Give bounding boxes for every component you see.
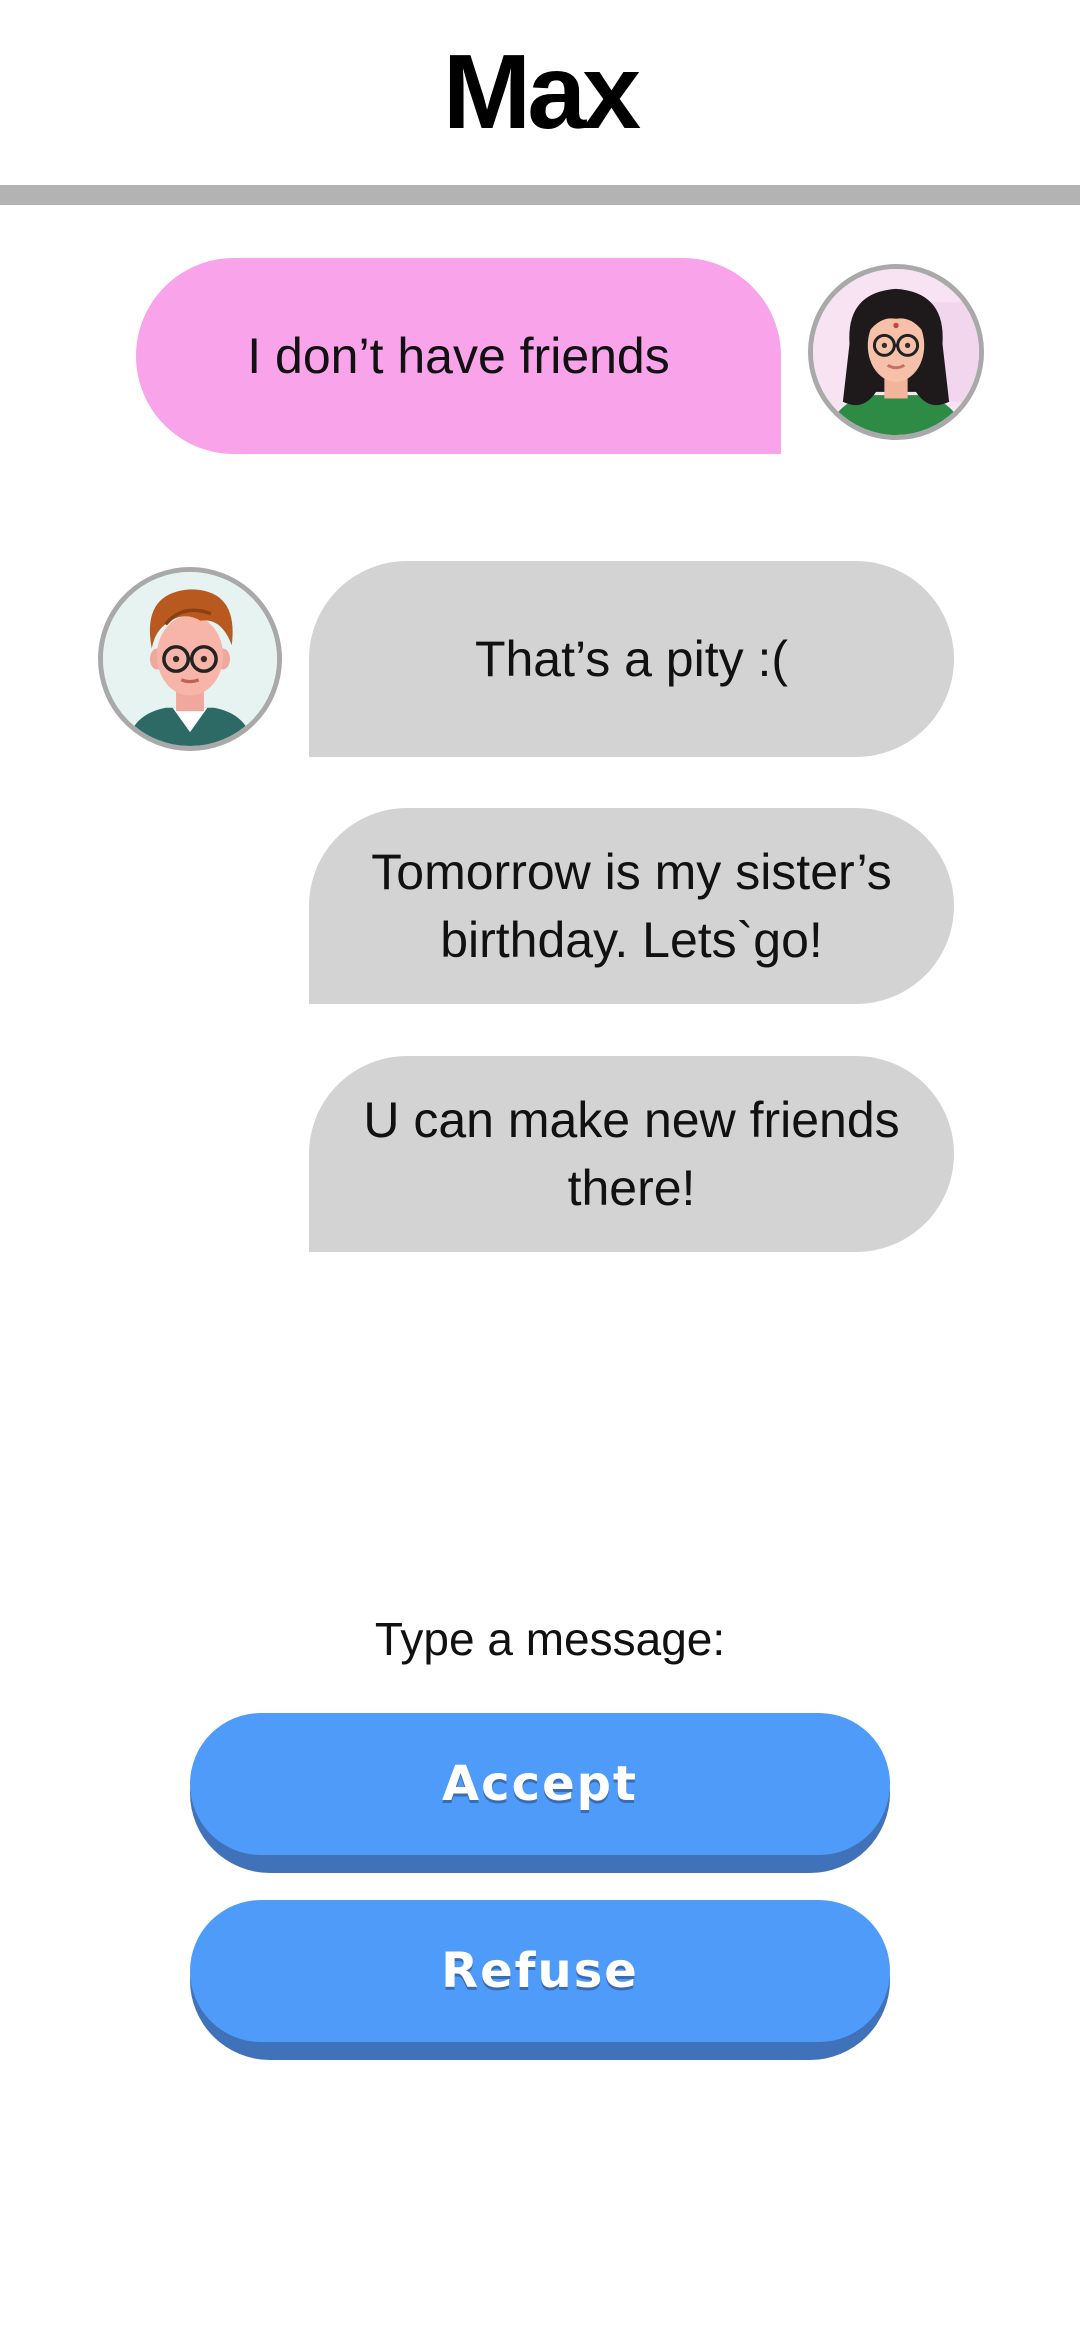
contact-name: Max — [442, 33, 641, 151]
refuse-button[interactable]: Refuse — [190, 1900, 890, 2060]
message-bubble-received: That’s a pity :( — [309, 561, 954, 757]
message-bubble-sent: I don’t have friends — [136, 258, 781, 454]
message-bubble-received: Tomorrow is my sister’s birthday. Lets`g… — [309, 808, 954, 1004]
refuse-button-face[interactable]: Refuse — [190, 1900, 890, 2042]
contact-avatar-icon — [98, 567, 282, 751]
my-avatar-icon — [808, 264, 984, 440]
message-bubble-received: U can make new friends there! — [309, 1056, 954, 1252]
message-text: U can make new friends there! — [363, 1092, 900, 1216]
message-text: That’s a pity :( — [474, 631, 789, 687]
accept-button[interactable]: Accept — [190, 1713, 890, 1873]
message-text: Tomorrow is my sister’s birthday. Lets`g… — [371, 844, 892, 968]
accept-button-label: Accept — [442, 1756, 638, 1812]
chat-header: Max — [0, 0, 1080, 185]
chat-screen: Max I don’t have friends That’s a pity:… — [0, 0, 1080, 2340]
accept-button-face[interactable]: Accept — [190, 1713, 890, 1855]
message-prompt-label: Type a message: — [374, 1613, 726, 1665]
header-divider — [0, 185, 1080, 205]
message-text: I don’t have friends — [247, 328, 670, 384]
refuse-button-label: Refuse — [441, 1943, 639, 1999]
